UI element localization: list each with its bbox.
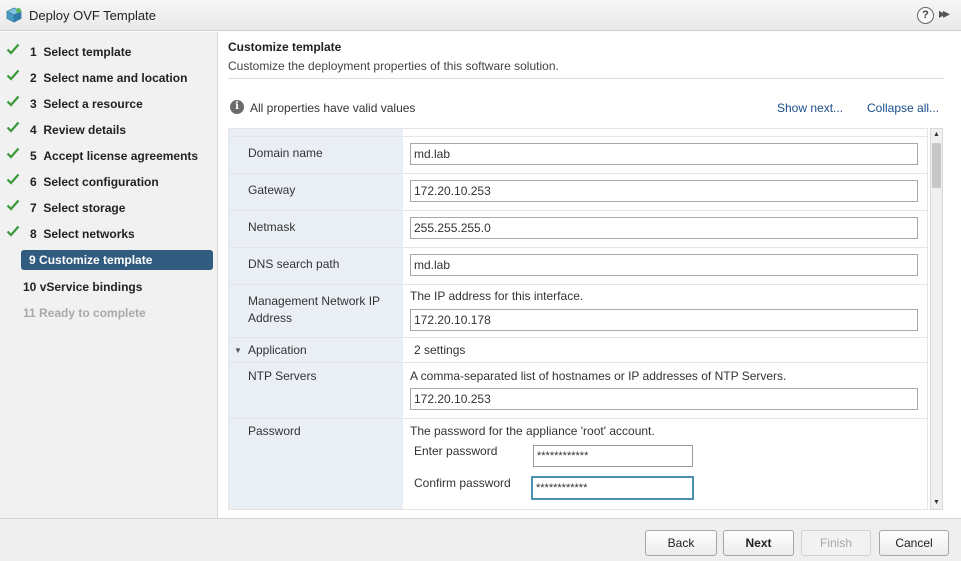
enter-password-label: Enter password <box>414 444 498 458</box>
step-label: 8 Select networks <box>30 227 135 241</box>
ntp-servers-input[interactable] <box>410 388 918 410</box>
dns-search-path-input[interactable] <box>410 254 918 276</box>
checkmark-icon <box>6 43 20 55</box>
management-ip-input[interactable] <box>410 309 918 331</box>
step-select-configuration[interactable]: 6 Select configuration <box>0 170 218 192</box>
collapse-caret-icon[interactable]: ▼ <box>234 346 242 355</box>
property-description: The IP address for this interface. <box>410 289 584 303</box>
dialog-footer: Back Next Finish Cancel <box>0 518 961 561</box>
property-row-ntp-servers: NTP Servers A comma-separated list of ho… <box>229 363 927 419</box>
enter-password-input[interactable] <box>533 445 693 467</box>
properties-table: Domain name Gateway Netmask DNS search p… <box>228 128 928 510</box>
property-label: Gateway <box>248 183 296 197</box>
property-row-management-ip: Management Network IP Address The IP add… <box>229 285 927 338</box>
step-select-storage[interactable]: 7 Select storage <box>0 196 218 218</box>
checkmark-icon <box>6 69 20 81</box>
step-customize-template[interactable]: 9 Customize template <box>0 249 218 271</box>
step-label: 11 Ready to complete <box>23 306 146 320</box>
validation-status: i All properties have valid values Show … <box>228 99 944 117</box>
scroll-down-icon[interactable]: ▼ <box>931 497 942 509</box>
gateway-input[interactable] <box>410 180 918 202</box>
step-label: 7 Select storage <box>30 201 126 215</box>
checkmark-icon <box>6 199 20 211</box>
property-description: The password for the appliance 'root' ac… <box>410 424 655 438</box>
header-divider <box>228 78 944 79</box>
show-next-link[interactable]: Show next... <box>777 101 843 115</box>
group-label: Application <box>248 343 307 357</box>
step-vservice-bindings[interactable]: 10 vService bindings <box>0 275 218 297</box>
property-label: NTP Servers <box>248 369 317 383</box>
step-label: 4 Review details <box>30 123 127 137</box>
netmask-input[interactable] <box>410 217 918 239</box>
collapse-all-link[interactable]: Collapse all... <box>867 101 939 115</box>
step-label: 5 Accept license agreements <box>30 149 199 163</box>
step-label: 10 vService bindings <box>23 280 143 294</box>
finish-button: Finish <box>801 530 871 556</box>
property-row-password: Password The password for the appliance … <box>229 419 927 509</box>
step-select-name-location[interactable]: 2 Select name and location <box>0 66 218 88</box>
step-label: 1 Select template <box>30 45 132 59</box>
step-label: 2 Select name and location <box>30 71 188 85</box>
step-label: 3 Select a resource <box>30 97 143 111</box>
scroll-up-icon[interactable]: ▲ <box>931 129 942 141</box>
checkmark-icon <box>6 173 20 185</box>
title-bar: Deploy OVF Template ? ▸▸ <box>0 0 961 31</box>
help-icon[interactable]: ? <box>917 7 934 24</box>
step-select-resource[interactable]: 3 Select a resource <box>0 92 218 114</box>
next-button[interactable]: Next <box>723 530 794 556</box>
property-label: Domain name <box>248 146 323 160</box>
step-label: 6 Select configuration <box>30 175 159 189</box>
page-title: Customize template <box>228 40 342 54</box>
property-label: Password <box>248 424 301 438</box>
domain-name-input[interactable] <box>410 143 918 165</box>
cancel-button[interactable]: Cancel <box>879 530 949 556</box>
checkmark-icon <box>6 121 20 133</box>
back-button[interactable]: Back <box>645 530 717 556</box>
properties-scrollbar[interactable]: ▲ ▼ <box>930 128 943 510</box>
step-select-template[interactable]: 1 Select template <box>0 40 218 62</box>
wizard-steps-sidebar: 1 Select template 2 Select name and loca… <box>0 32 218 518</box>
step-label: 9 Customize template <box>29 253 153 267</box>
step-accept-license[interactable]: 5 Accept license agreements <box>0 144 218 166</box>
step-ready-to-complete: 11 Ready to complete <box>0 301 218 323</box>
property-description: A comma-separated list of hostnames or I… <box>410 369 787 383</box>
property-row-gateway: Gateway <box>229 174 927 211</box>
property-row-domain-name: Domain name <box>229 137 927 174</box>
deploy-ovf-icon <box>6 7 22 23</box>
property-label: Management Network IP Address <box>248 294 380 325</box>
info-icon: i <box>230 100 244 114</box>
property-group-application[interactable]: ▼ Application 2 settings <box>229 338 927 363</box>
checkmark-icon <box>6 225 20 237</box>
expand-icon[interactable]: ▸▸ <box>939 5 950 22</box>
confirm-password-input[interactable] <box>531 476 694 500</box>
checkmark-icon <box>6 147 20 159</box>
property-row-netmask: Netmask <box>229 211 927 248</box>
property-row-dns-search-path: DNS search path <box>229 248 927 285</box>
checkmark-icon <box>6 95 20 107</box>
page-subtitle: Customize the deployment properties of t… <box>228 59 559 73</box>
property-label: DNS search path <box>248 257 340 271</box>
property-label: Netmask <box>248 220 296 234</box>
group-settings-count: 2 settings <box>414 343 466 357</box>
window-title: Deploy OVF Template <box>29 8 156 23</box>
page-header: Customize template Customize the deploym… <box>228 40 944 73</box>
table-row-top <box>229 129 927 137</box>
step-select-networks[interactable]: 8 Select networks <box>0 222 218 244</box>
scroll-thumb[interactable] <box>932 143 941 188</box>
validation-text: All properties have valid values <box>250 101 416 115</box>
step-review-details[interactable]: 4 Review details <box>0 118 218 140</box>
confirm-password-label: Confirm password <box>414 476 511 490</box>
